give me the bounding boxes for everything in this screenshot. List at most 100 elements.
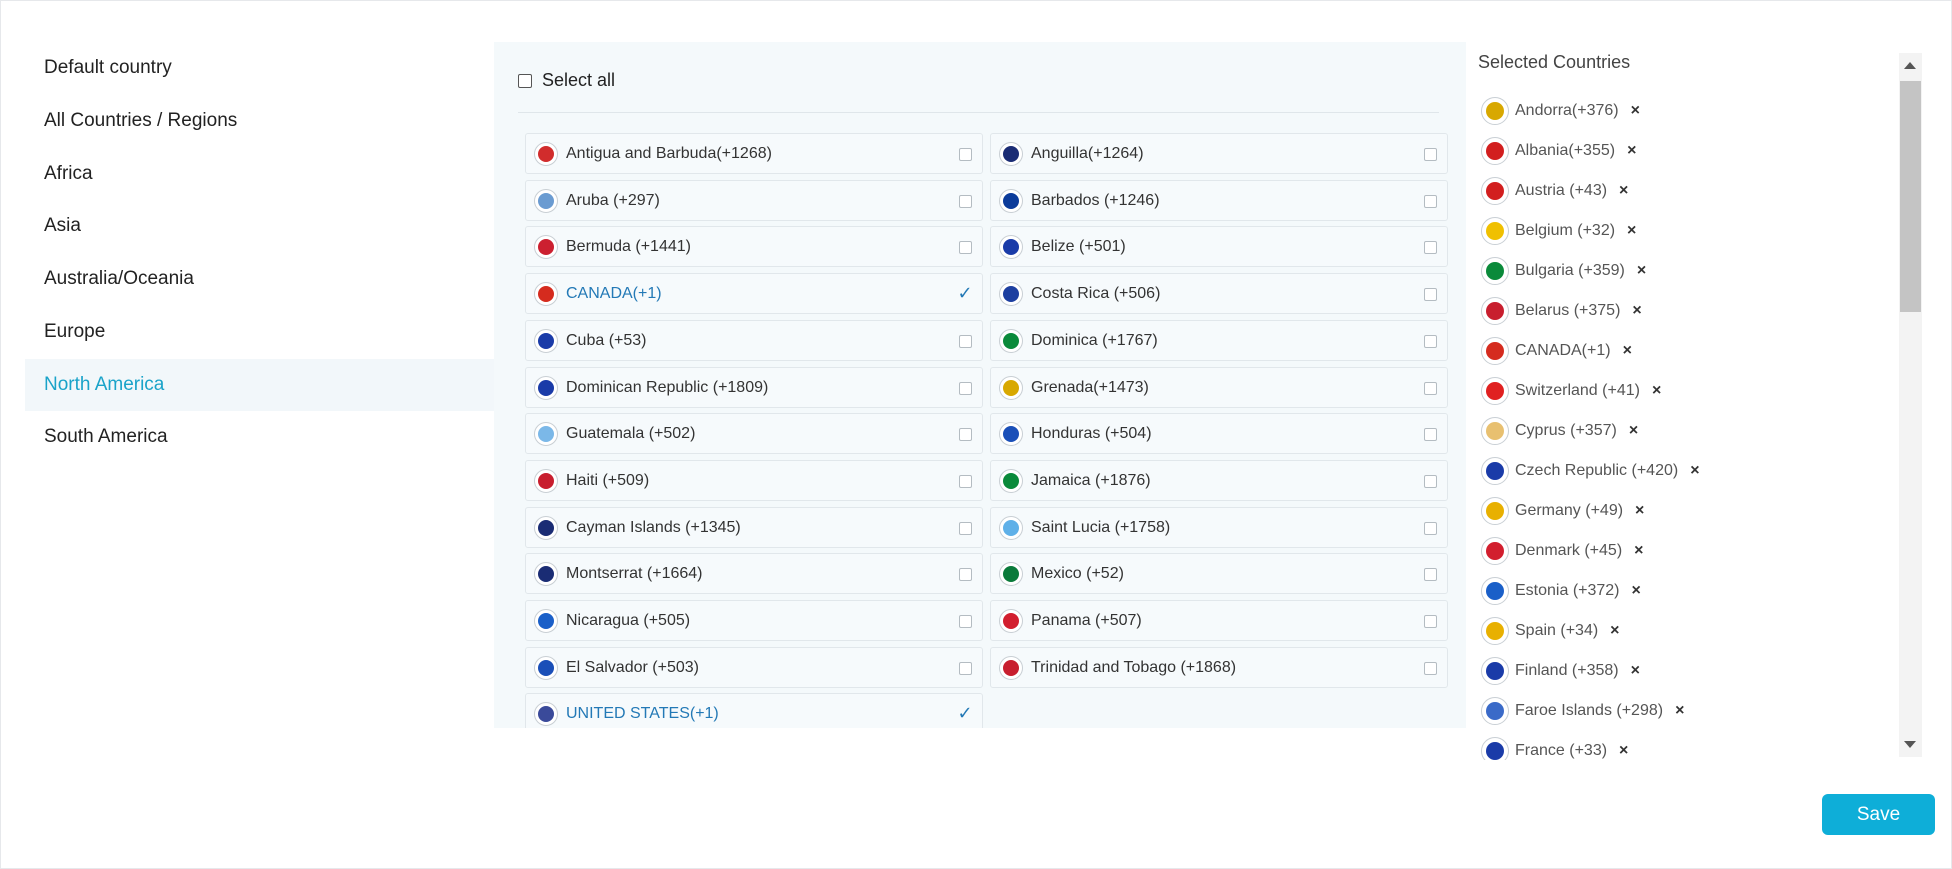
country-checkbox[interactable] bbox=[959, 522, 972, 535]
country-option[interactable]: Saint Lucia (+1758) bbox=[990, 507, 1448, 548]
selected-country-name: Andorra(+376) bbox=[1515, 102, 1619, 119]
country-option[interactable]: Jamaica (+1876) bbox=[990, 460, 1448, 501]
scroll-down-arrow-icon[interactable] bbox=[1904, 741, 1916, 748]
country-option[interactable]: Nicaragua (+505) bbox=[525, 600, 983, 641]
country-checkbox[interactable] bbox=[1424, 428, 1437, 441]
selected-list-scrollbar[interactable] bbox=[1899, 53, 1922, 757]
selected-country-item: Faroe Islands (+298) × bbox=[1481, 696, 1684, 726]
flag-icon bbox=[1481, 577, 1509, 605]
remove-icon[interactable]: × bbox=[1675, 702, 1684, 720]
nav-item-south-america[interactable]: South America bbox=[25, 411, 495, 463]
country-option[interactable]: Haiti (+509) bbox=[525, 460, 983, 501]
country-option[interactable]: Dominica (+1767) bbox=[990, 320, 1448, 361]
country-checkbox[interactable] bbox=[1424, 522, 1437, 535]
flag-icon bbox=[1481, 617, 1509, 645]
selected-country-item: CANADA(+1) × bbox=[1481, 336, 1632, 366]
selected-country-item: Andorra(+376) × bbox=[1481, 96, 1640, 126]
remove-icon[interactable]: × bbox=[1623, 342, 1632, 360]
flag-icon bbox=[534, 188, 558, 213]
country-checkbox[interactable] bbox=[959, 382, 972, 395]
nav-item-australia-oceania[interactable]: Australia/Oceania bbox=[25, 253, 495, 305]
country-option[interactable]: Antigua and Barbuda(+1268) bbox=[525, 133, 983, 174]
country-option[interactable]: UNITED STATES(+1) ✓ bbox=[525, 693, 983, 728]
remove-icon[interactable]: × bbox=[1635, 502, 1644, 520]
country-checkbox[interactable] bbox=[959, 662, 972, 675]
checkmark-icon[interactable]: ✓ bbox=[956, 284, 974, 302]
country-checkbox[interactable] bbox=[1424, 615, 1437, 628]
flag-icon bbox=[999, 468, 1023, 493]
selected-country-item: Denmark (+45) × bbox=[1481, 536, 1644, 566]
country-checkbox[interactable] bbox=[1424, 148, 1437, 161]
select-all-checkbox[interactable] bbox=[518, 73, 532, 88]
country-option[interactable]: Guatemala (+502) bbox=[525, 413, 983, 454]
save-button[interactable]: Save bbox=[1822, 794, 1935, 835]
country-option[interactable]: Belize (+501) bbox=[990, 226, 1448, 267]
country-option[interactable]: Cuba (+53) bbox=[525, 320, 983, 361]
country-checkbox[interactable] bbox=[959, 148, 972, 161]
nav-item-north-america[interactable]: North America bbox=[25, 358, 495, 411]
scroll-up-arrow-icon[interactable] bbox=[1904, 62, 1916, 69]
country-option[interactable]: Trinidad and Tobago (+1868) bbox=[990, 647, 1448, 688]
country-name: Honduras (+504) bbox=[1031, 424, 1152, 442]
checkmark-icon[interactable]: ✓ bbox=[956, 704, 974, 722]
country-option[interactable]: Anguilla(+1264) bbox=[990, 133, 1448, 174]
selected-country-name: Denmark (+45) bbox=[1515, 542, 1623, 559]
country-option[interactable]: Honduras (+504) bbox=[990, 413, 1448, 454]
country-checkbox[interactable] bbox=[1424, 568, 1437, 581]
country-option[interactable]: Grenada(+1473) bbox=[990, 367, 1448, 408]
country-checkbox[interactable] bbox=[1424, 335, 1437, 348]
flag-icon bbox=[999, 234, 1023, 259]
country-option[interactable]: Bermuda (+1441) bbox=[525, 226, 983, 267]
country-option[interactable]: CANADA(+1) ✓ bbox=[525, 273, 983, 314]
flag-icon bbox=[999, 515, 1023, 540]
country-option[interactable]: Dominican Republic (+1809) bbox=[525, 367, 983, 408]
country-checkbox[interactable] bbox=[959, 195, 972, 208]
region-nav: Default country All Countries / Regions … bbox=[25, 42, 495, 464]
flag-icon bbox=[534, 515, 558, 540]
nav-item-default-country[interactable]: Default country bbox=[25, 42, 495, 94]
nav-item-asia[interactable]: Asia bbox=[25, 200, 495, 252]
country-name: Belize (+501) bbox=[1031, 237, 1126, 255]
remove-icon[interactable]: × bbox=[1631, 662, 1640, 680]
remove-icon[interactable]: × bbox=[1627, 142, 1636, 160]
remove-icon[interactable]: × bbox=[1631, 102, 1640, 120]
country-checkbox[interactable] bbox=[1424, 195, 1437, 208]
nav-item-africa[interactable]: Africa bbox=[25, 148, 495, 200]
country-checkbox[interactable] bbox=[959, 241, 972, 254]
country-option[interactable]: Montserrat (+1664) bbox=[525, 553, 983, 594]
selected-country-name: Albania(+355) bbox=[1515, 142, 1616, 159]
country-option[interactable]: Panama (+507) bbox=[990, 600, 1448, 641]
country-checkbox[interactable] bbox=[1424, 475, 1437, 488]
country-checkbox[interactable] bbox=[959, 568, 972, 581]
remove-icon[interactable]: × bbox=[1619, 182, 1628, 200]
nav-item-all-countries[interactable]: All Countries / Regions bbox=[25, 95, 495, 147]
remove-icon[interactable]: × bbox=[1632, 302, 1641, 320]
remove-icon[interactable]: × bbox=[1634, 542, 1643, 560]
country-checkbox[interactable] bbox=[959, 615, 972, 628]
remove-icon[interactable]: × bbox=[1627, 222, 1636, 240]
country-checkbox[interactable] bbox=[1424, 241, 1437, 254]
remove-icon[interactable]: × bbox=[1610, 622, 1619, 640]
country-option[interactable]: Mexico (+52) bbox=[990, 553, 1448, 594]
flag-icon bbox=[534, 281, 558, 306]
country-option[interactable]: El Salvador (+503) bbox=[525, 647, 983, 688]
country-option[interactable]: Costa Rica (+506) bbox=[990, 273, 1448, 314]
country-checkbox[interactable] bbox=[959, 335, 972, 348]
scrollbar-thumb[interactable] bbox=[1900, 81, 1921, 312]
country-checkbox[interactable] bbox=[1424, 288, 1437, 301]
remove-icon[interactable]: × bbox=[1632, 582, 1641, 600]
nav-item-europe[interactable]: Europe bbox=[25, 306, 495, 358]
country-checkbox[interactable] bbox=[959, 475, 972, 488]
remove-icon[interactable]: × bbox=[1690, 462, 1699, 480]
remove-icon[interactable]: × bbox=[1629, 422, 1638, 440]
country-option[interactable]: Barbados (+1246) bbox=[990, 180, 1448, 221]
remove-icon[interactable]: × bbox=[1652, 382, 1661, 400]
country-option[interactable]: Aruba (+297) bbox=[525, 180, 983, 221]
country-checkbox[interactable] bbox=[1424, 382, 1437, 395]
country-checkbox[interactable] bbox=[1424, 662, 1437, 675]
remove-icon[interactable]: × bbox=[1619, 742, 1628, 760]
remove-icon[interactable]: × bbox=[1637, 262, 1646, 280]
select-all-row[interactable]: Select all bbox=[518, 70, 615, 91]
country-checkbox[interactable] bbox=[959, 428, 972, 441]
country-option[interactable]: Cayman Islands (+1345) bbox=[525, 507, 983, 548]
